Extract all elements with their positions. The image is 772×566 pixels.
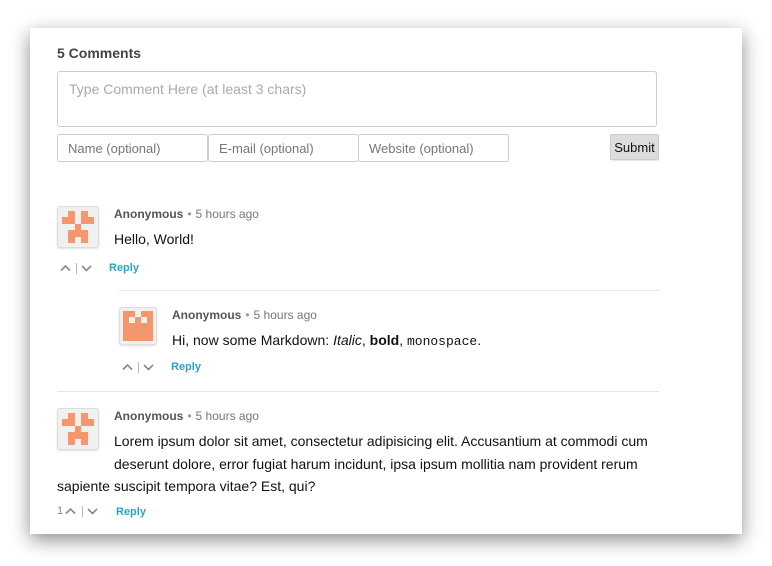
avatar	[57, 408, 99, 450]
comment-reply: Anonymous • 5 hours ago Hi, now some Markd…	[119, 307, 659, 379]
chevron-up-icon	[65, 507, 76, 515]
text-bold: bold	[369, 332, 400, 348]
avatar-pixel	[68, 236, 76, 244]
meta-separator: •	[245, 308, 250, 322]
upvote-button[interactable]	[122, 361, 133, 373]
comment-time: 5 hours ago	[195, 207, 259, 221]
upvote-button[interactable]	[65, 505, 76, 517]
comment-actions: 1 Reply	[57, 505, 257, 519]
avatar-pixel	[81, 236, 88, 244]
text-plain: .	[477, 332, 482, 348]
vote-divider	[138, 362, 139, 373]
reply-link[interactable]: Reply	[109, 262, 139, 274]
meta-separator: •	[187, 207, 192, 221]
name-input[interactable]	[57, 134, 208, 162]
chevron-up-icon	[122, 363, 133, 371]
vote-divider	[76, 263, 77, 274]
comment: Anonymous • 5 hours ago Lorem ipsum dolor …	[57, 408, 659, 528]
avatar-pixel	[81, 438, 88, 446]
chevron-down-icon	[81, 265, 92, 272]
text-plain: ,	[399, 332, 407, 348]
submit-button[interactable]: Submit	[610, 134, 659, 160]
text-monospace: monospace	[406, 334, 478, 349]
reply-divider	[119, 290, 659, 291]
vote-score: 1	[57, 505, 64, 517]
comment-author: Anonymous	[114, 409, 184, 423]
comment-time: 5 hours ago	[195, 409, 259, 423]
avatar-pixel	[87, 419, 95, 427]
downvote-button[interactable]	[143, 361, 154, 373]
text-italic: Italic	[333, 332, 362, 348]
comment-meta: Anonymous • 5 hours ago	[114, 409, 259, 423]
comment-meta: Anonymous • 5 hours ago	[114, 207, 259, 221]
avatar	[119, 307, 157, 345]
comment-text: Hello, World!	[114, 231, 194, 247]
text-plain: ,	[361, 332, 370, 348]
website-input[interactable]	[358, 134, 509, 162]
email-input[interactable]	[208, 134, 359, 162]
comment-actions: Reply	[57, 262, 257, 276]
chevron-down-icon	[87, 508, 98, 515]
comment-textarea[interactable]	[57, 71, 657, 127]
upvote-button[interactable]	[60, 262, 71, 274]
comment-author: Anonymous	[114, 207, 184, 221]
comment-meta: Anonymous • 5 hours ago	[172, 308, 317, 322]
avatar-pixel	[147, 335, 154, 342]
comment-divider	[57, 391, 659, 392]
comment-text: Hi, now some Markdown: Italic, bold, mon…	[172, 329, 481, 354]
comment-actions: Reply	[119, 361, 319, 375]
comment-text-line: Lorem ipsum dolor sit amet, consectetur …	[114, 433, 648, 449]
comment: Anonymous • 5 hours ago Hello, World! Repl…	[57, 206, 659, 278]
text-plain: Hi, now some Markdown:	[172, 332, 334, 348]
chevron-up-icon	[60, 264, 71, 272]
avatar	[57, 206, 99, 248]
avatar-pixel	[87, 217, 95, 225]
comment-time: 5 hours ago	[253, 308, 317, 322]
vote-divider	[82, 506, 83, 517]
downvote-button[interactable]	[81, 262, 92, 274]
chevron-down-icon	[143, 364, 154, 371]
avatar-pixel	[68, 438, 76, 446]
comment-author: Anonymous	[172, 308, 242, 322]
meta-separator: •	[187, 409, 192, 423]
reply-link[interactable]: Reply	[116, 506, 146, 518]
comment-count-title: 5 Comments	[57, 45, 142, 61]
comments-card: 5 Comments Submit Anonymous•5 hours ago …	[30, 28, 742, 534]
reply-link[interactable]: Reply	[171, 361, 201, 373]
downvote-button[interactable]	[87, 505, 98, 517]
comment-text-line: sapiente suscipit tempora vitae? Est, qu…	[57, 478, 316, 494]
comment-text-line: deserunt dolore, error fugiat harum inci…	[114, 455, 638, 472]
